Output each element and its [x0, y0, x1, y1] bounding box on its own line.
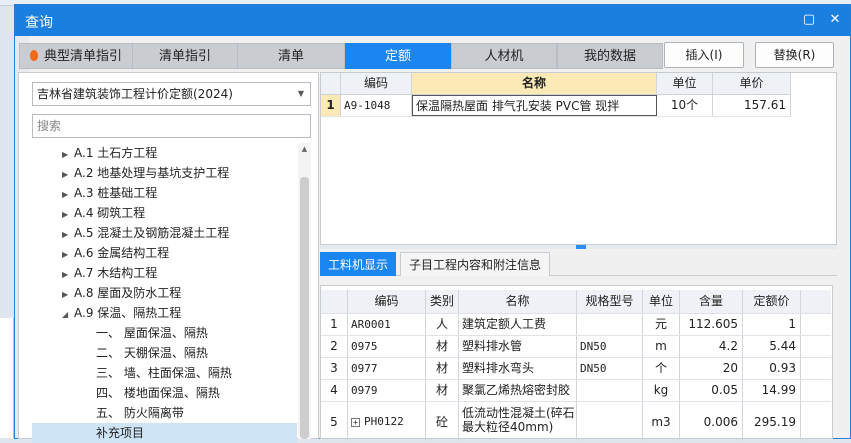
col-unit[interactable]: 单位: [657, 73, 713, 94]
col-code[interactable]: 编码: [341, 73, 412, 94]
flame-icon: [29, 50, 38, 61]
insert-button[interactable]: 插入(I): [664, 42, 744, 68]
quota-library-select[interactable]: 吉林省建筑装饰工程计价定额(2024) ▼: [32, 82, 311, 106]
col-name[interactable]: 名称: [412, 73, 657, 94]
tree-expander-icon[interactable]: ▶: [62, 145, 74, 165]
col-category[interactable]: 类别: [426, 290, 459, 313]
table-row[interactable]: 5 + PH0122 砼 低流动性混凝土(碎石最大粒径40mm) m3 0.006…: [321, 402, 831, 442]
tab-quota[interactable]: 定额: [345, 43, 451, 69]
tree-node-a3[interactable]: ▶ A.3 桩基础工程: [62, 183, 157, 203]
tree-expander-icon[interactable]: ◢: [62, 305, 74, 325]
table-row[interactable]: 2 0975 材 塑料排水管 DN50 m 4.2 5.44: [321, 336, 831, 358]
tree-node-a5[interactable]: ▶ A.5 混凝土及钢筋混凝土工程: [62, 223, 229, 243]
tab-material-display[interactable]: 工料机显示: [320, 252, 396, 276]
col-unit[interactable]: 单位: [643, 290, 680, 313]
table-row[interactable]: 1 AR0001 人 建筑定额人工费 元 112.605 1: [321, 314, 831, 336]
tree-node-a9-3[interactable]: 三、 墙、柱面保温、隔热: [96, 363, 232, 383]
quota-table: 编码 名称 单位 单价 1 A9-1048 保温隔热屋面 排气孔安装 PVC管 …: [320, 72, 837, 245]
tree-expander-icon[interactable]: ▶: [62, 185, 74, 205]
tree-expander-icon[interactable]: ▶: [62, 165, 74, 185]
tab-my-data[interactable]: 我的数据: [557, 43, 663, 69]
tree-scrollbar[interactable]: ▲: [298, 143, 311, 439]
tab-labor-material-machine[interactable]: 人材机: [451, 43, 557, 69]
table-row[interactable]: 3 0977 材 塑料排水弯头 DN50 个 20 0.93: [321, 358, 831, 380]
tree-node-a9-5[interactable]: 五、 防火隔离带: [96, 403, 184, 423]
search-input[interactable]: 搜索: [32, 114, 311, 138]
tree-expander-icon[interactable]: ▶: [62, 245, 74, 265]
tree-node-a7[interactable]: ▶ A.7 木结构工程: [62, 263, 157, 283]
table-row[interactable]: 1 A9-1048 保温隔热屋面 排气孔安装 PVC管 现拌 10个 157.6…: [321, 95, 791, 117]
col-qty[interactable]: 含量: [680, 290, 743, 313]
tree-expander-icon[interactable]: ▶: [62, 205, 74, 225]
tree-node-a9-4[interactable]: 四、 楼地面保温、隔热: [96, 383, 220, 403]
tab-list-guide[interactable]: 清单指引: [132, 43, 238, 69]
tree-node-a1[interactable]: ▶ A.1 土石方工程: [62, 143, 157, 163]
replace-button[interactable]: 替换(R): [755, 42, 834, 68]
quota-table-header: 编码 名称 单位 单价: [321, 73, 791, 95]
table-row[interactable]: 4 0979 材 聚氯乙烯热熔密封胶 kg 0.05 14.99: [321, 380, 831, 402]
tree-expander-icon[interactable]: ▶: [62, 265, 74, 285]
tree-node-supplementary[interactable]: 补充项目: [32, 423, 297, 443]
col-price[interactable]: 定额价: [743, 290, 801, 313]
tree-node-a9-1[interactable]: 一、 屋面保温、隔热: [96, 323, 208, 343]
tab-work-content-notes[interactable]: 子目工程内容和附注信息: [400, 252, 550, 276]
background-panel-edge: [0, 318, 14, 438]
tree-expander-icon[interactable]: ▶: [62, 225, 74, 245]
col-name[interactable]: 名称: [459, 290, 577, 313]
minimize-icon[interactable]: ▢: [798, 9, 820, 31]
tree-node-a9-2[interactable]: 二、 天棚保温、隔热: [96, 343, 208, 363]
tree-expander-icon[interactable]: ▶: [62, 285, 74, 305]
title-bar: 查询 ▢ ✕: [15, 5, 850, 36]
close-icon[interactable]: ✕: [824, 9, 846, 31]
col-price[interactable]: 单价: [713, 73, 791, 94]
expand-plus-icon[interactable]: +: [351, 418, 360, 427]
material-table-header: 编码 类别 名称 规格型号 单位 含量 定额价: [321, 290, 831, 314]
col-code[interactable]: 编码: [348, 290, 426, 313]
tree-node-a4[interactable]: ▶ A.4 砌筑工程: [62, 203, 145, 223]
tree-node-a6[interactable]: ▶ A.6 金属结构工程: [62, 243, 169, 263]
selected-cell[interactable]: 保温隔热屋面 排气孔安装 PVC管 现拌: [412, 95, 657, 116]
scrollbar-thumb[interactable]: [300, 177, 309, 439]
dialog-title: 查询: [25, 15, 53, 31]
tree-node-a8[interactable]: ▶ A.8 屋面及防水工程: [62, 283, 181, 303]
splitter-handle[interactable]: [576, 245, 586, 249]
tab-typical-list-guide[interactable]: 典型清单指引: [19, 43, 133, 69]
tree-node-a2[interactable]: ▶ A.2 地基处理与基坑支护工程: [62, 163, 229, 183]
col-spec[interactable]: 规格型号: [577, 290, 643, 313]
detail-tabs: 工料机显示 子目工程内容和附注信息: [320, 250, 837, 276]
panel-splitter[interactable]: [320, 245, 837, 249]
dropdown-arrow-icon: ▼: [297, 89, 304, 98]
tree-node-a9[interactable]: ◢ A.9 保温、隔热工程: [62, 303, 181, 323]
tab-list[interactable]: 清单: [237, 43, 345, 69]
scroll-up-icon[interactable]: ▲: [298, 143, 311, 155]
material-table: 编码 类别 名称 规格型号 单位 含量 定额价 1 AR0001 人 建筑定额人…: [320, 285, 833, 442]
